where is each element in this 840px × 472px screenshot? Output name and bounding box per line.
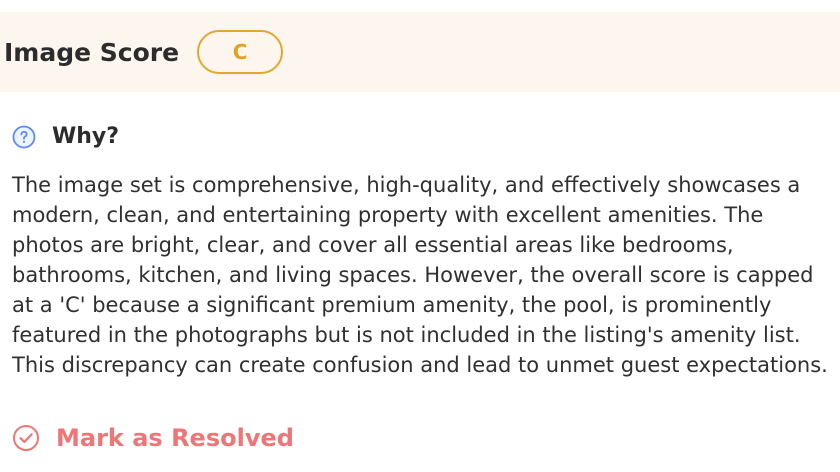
why-heading: Why? [12,124,119,149]
question-circle-icon [12,125,36,149]
mark-as-resolved-label: Mark as Resolved [56,424,294,452]
image-score-panel: Image Score C Why? The image set is comp… [0,0,840,472]
score-title: Image Score [4,37,180,67]
why-label: Why? [52,124,120,149]
check-circle-icon [12,424,40,452]
score-explanation: The image set is comprehensive, high-qua… [12,173,828,377]
mark-as-resolved-button[interactable]: Mark as Resolved [12,424,294,452]
score-grade-badge: C [197,30,284,74]
score-header: Image Score C [0,12,840,92]
